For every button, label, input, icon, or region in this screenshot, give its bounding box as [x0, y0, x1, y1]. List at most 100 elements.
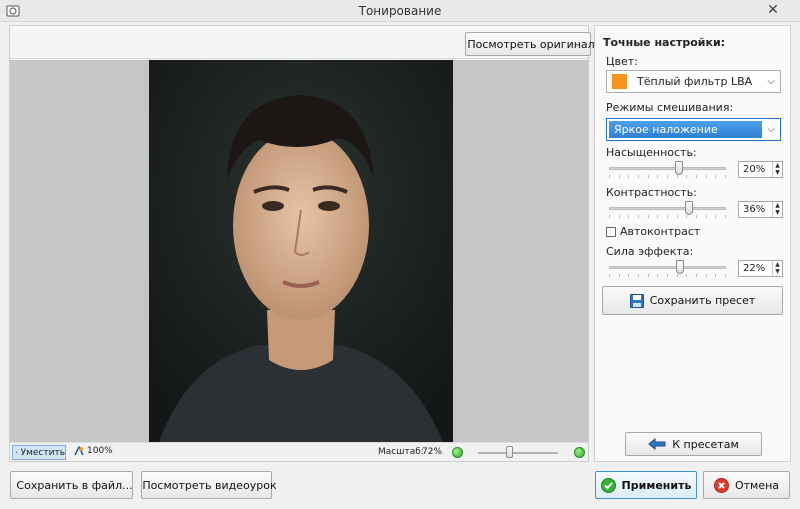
slider-tick: [725, 175, 726, 178]
slider-tick: [638, 215, 639, 218]
saturation-ticks: [609, 175, 726, 178]
slider-tick: [686, 274, 688, 277]
contrast-slider-track[interactable]: [609, 207, 726, 210]
slider-tick: [715, 274, 717, 277]
cancel-icon: [713, 477, 729, 493]
save-preset-label: Сохранить пресет: [649, 294, 756, 307]
saturation-label: Насыщенность:: [606, 146, 697, 159]
to-presets-label: К пресетам: [672, 437, 739, 451]
save-to-file-button[interactable]: Сохранить в файл...: [10, 471, 133, 499]
close-icon: ✕: [767, 2, 779, 18]
slider-tick: [609, 274, 610, 277]
view-original-button[interactable]: Посмотреть оригинал: [465, 32, 595, 56]
slider-tick: [696, 215, 697, 218]
slider-tick: [696, 274, 697, 277]
settings-heading: Точные настройки:: [603, 36, 726, 49]
contrast-label: Контрастность:: [606, 186, 697, 199]
spin-arrows-icon[interactable]: ▲ ▼: [772, 261, 782, 276]
slider-tick: [638, 274, 639, 277]
title-bar: Тонирование ✕: [0, 0, 800, 22]
cancel-button[interactable]: Отмена: [703, 471, 790, 499]
zoom-slider-thumb[interactable]: [506, 446, 513, 458]
color-label: Цвет:: [606, 55, 638, 68]
saturation-slider-track[interactable]: [609, 167, 726, 170]
slider-tick: [676, 175, 678, 178]
spin-arrows-icon[interactable]: ▲ ▼: [772, 202, 782, 217]
slider-tick: [667, 274, 668, 277]
watch-video-button[interactable]: Посмотреть видеоурок: [141, 471, 277, 499]
slider-tick: [667, 175, 668, 178]
slider-tick: [705, 175, 707, 178]
zoom-label: Масштаб:: [378, 447, 424, 457]
slider-tick: [686, 175, 688, 178]
saturation-slider-thumb[interactable]: [675, 161, 684, 175]
slider-tick: [705, 274, 707, 277]
contrast-value: 36%: [743, 204, 766, 215]
check-icon: [600, 477, 616, 493]
settings-panel: Точные настройки: Цвет: Тёплый фильтр LB…: [594, 25, 791, 462]
strength-slider-track[interactable]: [609, 266, 726, 269]
zoom-slider-track[interactable]: [478, 452, 558, 454]
arrow-left-icon: [648, 438, 666, 450]
zoom-value: 72%: [422, 447, 443, 457]
blend-mode-select[interactable]: Яркое наложение ⌵: [606, 118, 781, 141]
slider-tick: [705, 215, 707, 218]
contrast-ticks: [609, 215, 726, 218]
portrait-photo: [149, 60, 453, 442]
preview-canvas[interactable]: [10, 60, 588, 442]
slider-tick: [715, 215, 717, 218]
strength-ticks: [609, 274, 726, 277]
autocontrast-row[interactable]: Автоконтраст: [606, 225, 700, 238]
saturation-spinbox[interactable]: 20% ▲ ▼: [738, 161, 783, 178]
fit-button[interactable]: Уместить: [12, 445, 66, 460]
strength-spinbox[interactable]: 22% ▲ ▼: [738, 260, 783, 277]
blend-mode-value: Яркое наложение: [609, 121, 762, 138]
slider-tick: [609, 175, 610, 178]
slider-tick: [609, 215, 610, 218]
color-select[interactable]: Тёплый фильтр LBA ⌵: [606, 70, 781, 93]
preview-panel: Посмотреть оригинал Уместить 100% Масшта…: [9, 25, 595, 462]
contrast-slider-thumb[interactable]: [684, 201, 693, 215]
slider-tick: [667, 215, 668, 218]
color-select-value: Тёплый фильтр LBA: [637, 75, 753, 88]
apply-button[interactable]: Применить: [595, 471, 697, 499]
spin-arrows-icon[interactable]: ▲ ▼: [772, 162, 782, 177]
slider-tick: [618, 274, 620, 277]
slider-tick: [647, 274, 649, 277]
slider-tick: [686, 215, 688, 218]
blend-mode-label: Режимы смешивания:: [606, 101, 734, 114]
slider-tick: [638, 175, 639, 178]
slider-tick: [676, 215, 678, 218]
slider-tick: [647, 215, 649, 218]
slider-tick: [725, 274, 726, 277]
close-button[interactable]: ✕: [753, 0, 793, 20]
slider-tick: [676, 274, 678, 277]
preview-status-bar: Уместить 100% Масштаб: 72%: [10, 442, 588, 461]
actual-size-label: 100%: [87, 446, 113, 456]
save-to-file-label: Сохранить в файл...: [16, 478, 133, 492]
strength-label: Сила эффекта:: [606, 245, 694, 258]
saturation-value: 20%: [743, 164, 766, 175]
fit-icon: [16, 451, 18, 454]
chevron-down-icon: ⌵: [767, 76, 775, 87]
apply-label: Применить: [621, 478, 692, 492]
zoom-in-button[interactable]: [574, 447, 585, 458]
zoom-out-button[interactable]: [452, 447, 463, 458]
actual-size-button[interactable]: 100%: [74, 446, 113, 456]
slider-tick: [618, 175, 620, 178]
autocontrast-checkbox[interactable]: [606, 226, 616, 237]
chevron-down-icon: ⌵: [767, 124, 775, 135]
strength-slider-thumb[interactable]: [676, 260, 685, 274]
slider-tick: [657, 215, 659, 218]
slider-tick: [618, 215, 620, 218]
zoom-100-icon: [74, 446, 84, 456]
autocontrast-label: Автоконтраст: [620, 225, 701, 238]
to-presets-button[interactable]: К пресетам: [625, 432, 762, 456]
save-preset-button[interactable]: Сохранить пресет: [602, 286, 783, 315]
slider-tick: [628, 274, 630, 277]
slider-tick: [647, 175, 649, 178]
contrast-spinbox[interactable]: 36% ▲ ▼: [738, 201, 783, 218]
slider-tick: [628, 215, 630, 218]
strength-value: 22%: [743, 263, 766, 274]
slider-tick: [696, 175, 697, 178]
